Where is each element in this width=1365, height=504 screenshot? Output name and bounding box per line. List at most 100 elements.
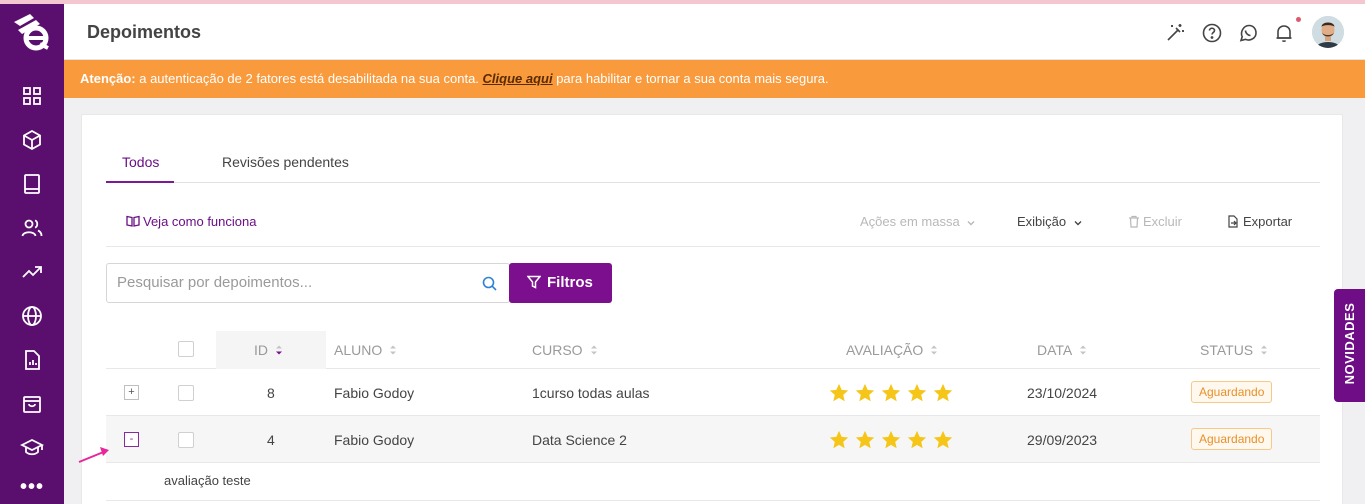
star-icon bbox=[855, 430, 875, 449]
star-icon bbox=[933, 383, 953, 402]
column-student[interactable]: ALUNO bbox=[334, 342, 398, 358]
page-title: Depoimentos bbox=[87, 22, 202, 42]
bell-icon[interactable] bbox=[1273, 22, 1295, 44]
delete-label: Excluir bbox=[1143, 214, 1183, 229]
status-badge: Aguardando bbox=[1191, 428, 1273, 450]
export-button[interactable]: Exportar bbox=[1227, 214, 1292, 229]
open-book-icon bbox=[126, 215, 140, 227]
rating-stars bbox=[828, 429, 958, 456]
row-course: 1curso todas aulas bbox=[532, 385, 650, 401]
table-row[interactable]: - 4 Fabio Godoy Data Science 2 29/09/202… bbox=[106, 416, 1320, 463]
alert-prefix: Atenção: bbox=[80, 71, 136, 86]
grid-icon[interactable] bbox=[20, 84, 44, 108]
row-course: Data Science 2 bbox=[532, 432, 627, 448]
column-id[interactable]: ID bbox=[254, 342, 284, 358]
bulk-actions-dropdown[interactable]: Ações em massa bbox=[860, 214, 976, 229]
active-tab-indicator bbox=[106, 181, 174, 183]
sort-icon bbox=[590, 345, 597, 355]
testimonials-card: Todos Revisões pendentes Veja como funci… bbox=[81, 114, 1343, 504]
row-checkbox[interactable] bbox=[178, 385, 194, 401]
row-checkbox[interactable] bbox=[178, 432, 194, 448]
column-rating-label: AVALIAÇÃO bbox=[846, 342, 924, 358]
graduation-cap-icon[interactable] bbox=[19, 436, 45, 460]
column-student-label: ALUNO bbox=[334, 342, 383, 358]
sort-icon bbox=[1261, 345, 1268, 355]
two-factor-alert: Atenção: a autenticação de 2 fatores est… bbox=[64, 60, 1365, 98]
sort-icon bbox=[390, 345, 397, 355]
table-row[interactable]: + 8 Fabio Godoy 1curso todas aulas 23/10… bbox=[106, 369, 1320, 416]
star-icon bbox=[855, 383, 875, 402]
row-id: 4 bbox=[267, 432, 275, 448]
notification-dot bbox=[1296, 17, 1301, 22]
row-date: 29/09/2023 bbox=[1027, 432, 1098, 448]
row-date: 23/10/2024 bbox=[1027, 385, 1098, 401]
help-link-label: Veja como funciona bbox=[143, 214, 257, 229]
filters-button[interactable]: Filtros bbox=[509, 263, 612, 303]
avatar[interactable] bbox=[1312, 16, 1344, 48]
chevron-down-icon bbox=[967, 221, 975, 226]
tab-pending-reviews[interactable]: Revisões pendentes bbox=[222, 154, 349, 170]
tabs: Todos Revisões pendentes bbox=[106, 143, 1320, 183]
select-all-checkbox[interactable] bbox=[178, 341, 194, 357]
star-icon bbox=[907, 383, 927, 402]
status-badge: Aguardando bbox=[1191, 381, 1273, 403]
testimonial-text: avaliação teste bbox=[164, 473, 251, 488]
whatsapp-icon[interactable] bbox=[1237, 22, 1259, 44]
news-side-tab[interactable]: NOVIDADES bbox=[1334, 289, 1365, 402]
sort-desc-icon bbox=[276, 345, 282, 355]
users-icon[interactable] bbox=[20, 216, 44, 240]
column-date[interactable]: DATA bbox=[1037, 342, 1088, 358]
tab-all[interactable]: Todos bbox=[122, 154, 159, 170]
report-icon[interactable] bbox=[20, 348, 44, 372]
book-icon[interactable] bbox=[20, 172, 44, 196]
alert-link[interactable]: Clique aqui bbox=[483, 71, 553, 86]
star-icon bbox=[881, 430, 901, 449]
trash-icon bbox=[1129, 215, 1139, 228]
row-id: 8 bbox=[267, 385, 275, 401]
help-link[interactable]: Veja como funciona bbox=[126, 214, 256, 229]
export-label: Exportar bbox=[1243, 214, 1293, 229]
annotation-arrow-icon bbox=[78, 447, 109, 463]
filter-icon bbox=[526, 275, 542, 289]
news-side-tab-label: NOVIDADES bbox=[1342, 302, 1357, 385]
column-course[interactable]: CURSO bbox=[532, 342, 599, 358]
column-id-label: ID bbox=[254, 342, 268, 358]
export-icon bbox=[1228, 215, 1238, 228]
star-icon bbox=[829, 383, 849, 402]
display-dropdown[interactable]: Exibição bbox=[1017, 214, 1083, 229]
help-icon[interactable] bbox=[1201, 22, 1223, 44]
sort-icon bbox=[1080, 345, 1087, 355]
column-status[interactable]: STATUS bbox=[1200, 342, 1269, 358]
row-student: Fabio Godoy bbox=[334, 385, 415, 401]
top-header: Depoimentos bbox=[64, 4, 1365, 60]
expand-row-button[interactable]: + bbox=[124, 385, 139, 400]
bulk-actions-label: Ações em massa bbox=[860, 214, 960, 229]
display-label: Exibição bbox=[1017, 214, 1067, 229]
trending-icon[interactable] bbox=[20, 260, 44, 284]
table-header: ID ALUNO CURSO AVALIAÇÃO DATA STATUS bbox=[106, 331, 1320, 369]
expanded-row-detail: avaliação teste bbox=[106, 461, 1320, 501]
sort-icon bbox=[931, 345, 938, 355]
star-icon bbox=[933, 430, 953, 449]
sidebar: ••• bbox=[0, 4, 64, 504]
row-student: Fabio Godoy bbox=[334, 432, 415, 448]
search-box[interactable] bbox=[106, 263, 510, 303]
delete-button[interactable]: Excluir bbox=[1128, 214, 1182, 229]
logo-icon[interactable] bbox=[10, 8, 54, 54]
cube-icon[interactable] bbox=[20, 128, 44, 152]
shopping-bag-icon[interactable] bbox=[20, 392, 44, 416]
globe-icon[interactable] bbox=[20, 304, 44, 328]
star-icon bbox=[829, 430, 849, 449]
column-course-label: CURSO bbox=[532, 342, 583, 358]
collapse-row-button[interactable]: - bbox=[124, 432, 139, 447]
column-date-label: DATA bbox=[1037, 342, 1073, 358]
toolbar: Veja como funciona Ações em massa Exibiç… bbox=[106, 205, 1320, 247]
filters-label: Filtros bbox=[547, 274, 593, 291]
more-menu-icon[interactable]: ••• bbox=[20, 477, 44, 500]
search-icon[interactable] bbox=[481, 275, 499, 293]
search-input[interactable] bbox=[117, 274, 467, 291]
magic-wand-icon[interactable] bbox=[1164, 22, 1186, 44]
column-rating[interactable]: AVALIAÇÃO bbox=[846, 342, 939, 358]
column-status-label: STATUS bbox=[1200, 342, 1254, 358]
star-icon bbox=[907, 430, 927, 449]
